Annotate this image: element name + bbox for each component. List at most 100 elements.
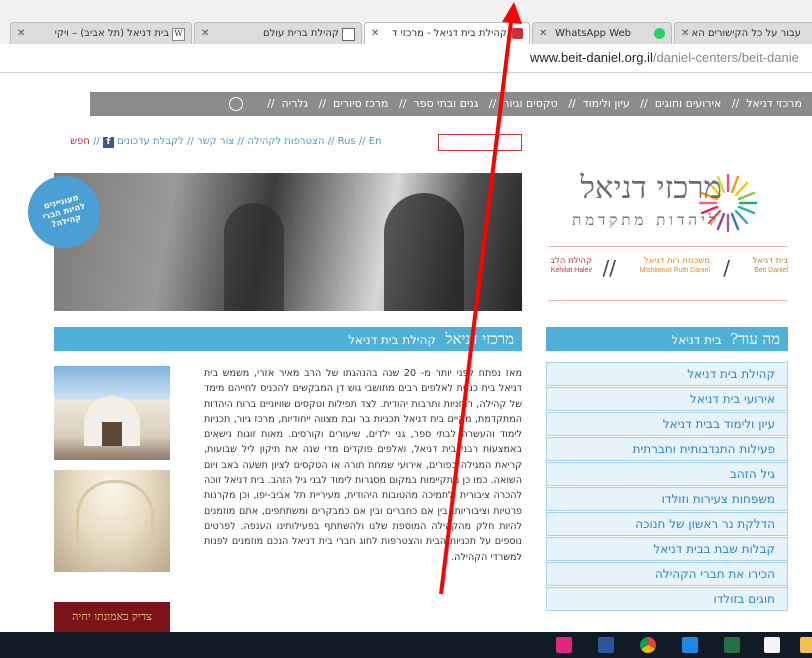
nav-item[interactable]: גלריה <box>282 92 309 116</box>
tab-close-icon[interactable]: ✕ <box>201 23 209 44</box>
utility-link-contact[interactable]: צור קשר <box>197 136 234 147</box>
ark-inscription: צדיק באמונתו יחיה <box>72 610 152 623</box>
synagogue-interior-photo <box>54 470 170 572</box>
sidebar-item[interactable]: הכירו את חברי הקהילה <box>546 562 788 586</box>
media-icon[interactable] <box>682 637 698 653</box>
tab-title: עבור על כל הקישורים הא <box>691 28 801 39</box>
utility-separator: // <box>93 136 100 147</box>
url-text[interactable]: www.beit-daniel.org.il/daniel-centers/be… <box>530 50 799 65</box>
url-host: www.beit-daniel.org.il <box>530 50 653 65</box>
page-icon <box>342 28 355 41</box>
center-separator: / <box>723 256 730 280</box>
nav-separator: // <box>731 97 740 110</box>
center-link-mishkenot[interactable]: משכנות רות דניאל Mishkenot Ruth Daniel <box>640 256 710 276</box>
tab-close-icon[interactable]: ✕ <box>17 23 25 44</box>
nav-separator: // <box>640 97 648 110</box>
word-icon[interactable] <box>598 637 614 653</box>
sidebar-header: מה עוד? בית דניאל <box>546 327 788 351</box>
utility-separator: // <box>358 136 366 147</box>
sidebar-item[interactable]: גיל הזהב <box>546 462 788 486</box>
sidebar-item[interactable]: הדלקת נר ראשון של חנוכה <box>546 512 788 536</box>
utility-separator: // <box>237 136 245 147</box>
facebook-icon[interactable]: f <box>103 137 114 148</box>
logo-subtitle: ליהדות מתקדמת <box>572 211 720 229</box>
clock-icon[interactable] <box>228 97 243 111</box>
nav-separator: // <box>267 97 275 110</box>
nav-item[interactable]: מרכזי דניאל <box>746 92 802 116</box>
hero-image <box>54 173 522 311</box>
divider <box>548 300 788 301</box>
whatsapp-icon <box>654 28 665 39</box>
hero-silhouettes <box>224 203 284 311</box>
nav-item[interactable]: גנים ובתי ספר <box>413 92 478 116</box>
url-path: /daniel-centers/beit-danie <box>652 50 799 65</box>
sidebar-item[interactable]: קהילת בית דניאל <box>546 362 788 386</box>
center-name-he: קהילת הלב <box>550 256 592 266</box>
tab-close-icon[interactable]: ✕ <box>681 23 689 44</box>
building-door <box>102 422 122 446</box>
sidebar-item[interactable]: עיון ולימוד בבית דניאל <box>546 412 788 436</box>
nav-item[interactable]: מרכז סיורים <box>333 92 388 116</box>
nav-item[interactable]: עיון ולימוד <box>583 92 630 116</box>
utility-separator: // <box>327 136 335 147</box>
interior-arch <box>76 480 154 543</box>
search-input[interactable] <box>438 134 522 151</box>
logo-title[interactable]: מרכזי דניאל <box>580 170 722 206</box>
sidebar-menu: קהילת בית דניאל אירועי בית דניאל עיון ול… <box>546 362 788 612</box>
utility-link-en[interactable]: En <box>369 136 382 147</box>
excel-icon[interactable] <box>724 637 740 653</box>
utility-link-join[interactable]: הצטרפות לקהילה <box>247 136 324 147</box>
nav-separator: // <box>488 97 497 110</box>
sidebar-item[interactable]: אירועי בית דניאל <box>546 387 788 411</box>
center-link-beit-daniel[interactable]: בית דניאל Beit Daniel <box>752 256 788 276</box>
nav-separator: // <box>568 97 576 110</box>
content-header-subtitle: קהילת בית דניאל <box>348 333 436 347</box>
browser-tab[interactable]: ✕ W בית דניאל (תל אביב) – ויקי <box>10 22 192 44</box>
address-bar[interactable]: www.beit-daniel.org.il/daniel-centers/be… <box>0 44 812 73</box>
center-name-he: בית דניאל <box>752 256 788 266</box>
nav-separator: // <box>318 97 327 110</box>
nav-item[interactable]: טקסים וגיור <box>503 92 558 116</box>
article-body: מאז נפתח לפני יותר מ- 20 שנה בהנהגתו של … <box>204 368 522 563</box>
tab-title: קהילת ברית עולם <box>262 28 339 39</box>
sidebar-item[interactable]: חוגים בזולדו <box>546 587 788 611</box>
wikipedia-icon: W <box>172 28 185 41</box>
center-name-en: Kehilat Halev <box>550 267 592 274</box>
tab-title: קהילת בית דניאל - מרכזי ד <box>391 28 507 39</box>
indesign-icon[interactable] <box>556 637 572 653</box>
search-label[interactable]: חפש <box>70 136 90 147</box>
divider <box>548 246 788 247</box>
utility-links: Rus // En // הצטרפות לקהילה // צור קשר /… <box>70 136 381 148</box>
content-header: מרכזי דניאל קהילת בית דניאל <box>54 327 522 351</box>
center-separator: // <box>602 256 616 280</box>
center-name-en: Mishkenot Ruth Daniel <box>639 267 710 274</box>
center-name-en: Beit Daniel <box>754 267 788 274</box>
sidebar-item[interactable]: פעילות התנדבותית וחברתית <box>546 437 788 461</box>
utility-link-updates[interactable]: לקבלת עדכונים <box>117 136 184 147</box>
store-icon[interactable] <box>764 637 780 653</box>
browser-tab[interactable]: ✕ WhatsApp Web <box>532 22 672 44</box>
tab-title: בית דניאל (תל אביב) – ויקי <box>54 28 169 39</box>
nav-item[interactable]: אירועים וחוגים <box>655 92 722 116</box>
folder-icon[interactable] <box>800 637 812 653</box>
chrome-icon[interactable] <box>640 637 656 653</box>
center-link-halev[interactable]: קהילת הלב Kehilat Halev <box>550 256 592 276</box>
ark-curtain-photo: צדיק באמונתו יחיה <box>54 602 170 632</box>
tab-close-icon[interactable]: ✕ <box>539 23 547 44</box>
sidebar-header-title: מה עוד? <box>730 330 780 348</box>
browser-tab[interactable]: ✕ עבור על כל הקישורים הא <box>674 22 812 44</box>
utility-link-rus[interactable]: Rus <box>338 136 356 147</box>
nav-separator: // <box>398 97 407 110</box>
main-nav: מרכזי דניאל // אירועים וחוגים // עיון ולימ… <box>90 92 812 116</box>
synagogue-exterior-photo <box>54 366 170 460</box>
browser-tab[interactable]: ✕ קהילת ברית עולם <box>194 22 362 44</box>
hero-silhouettes <box>384 193 464 311</box>
sidebar-item[interactable]: משפחות צעירות וזולדו <box>546 487 788 511</box>
windows-taskbar <box>0 632 812 658</box>
center-name-he: משכנות רות דניאל <box>643 256 710 266</box>
site-icon <box>512 28 523 39</box>
browser-tab-active[interactable]: ✕ קהילת בית דניאל - מרכזי ד <box>364 22 530 44</box>
tab-close-icon[interactable]: ✕ <box>371 23 379 44</box>
content-header-title: מרכזי דניאל <box>445 330 514 348</box>
sidebar-item[interactable]: קבלות שבת בבית דניאל <box>546 537 788 561</box>
